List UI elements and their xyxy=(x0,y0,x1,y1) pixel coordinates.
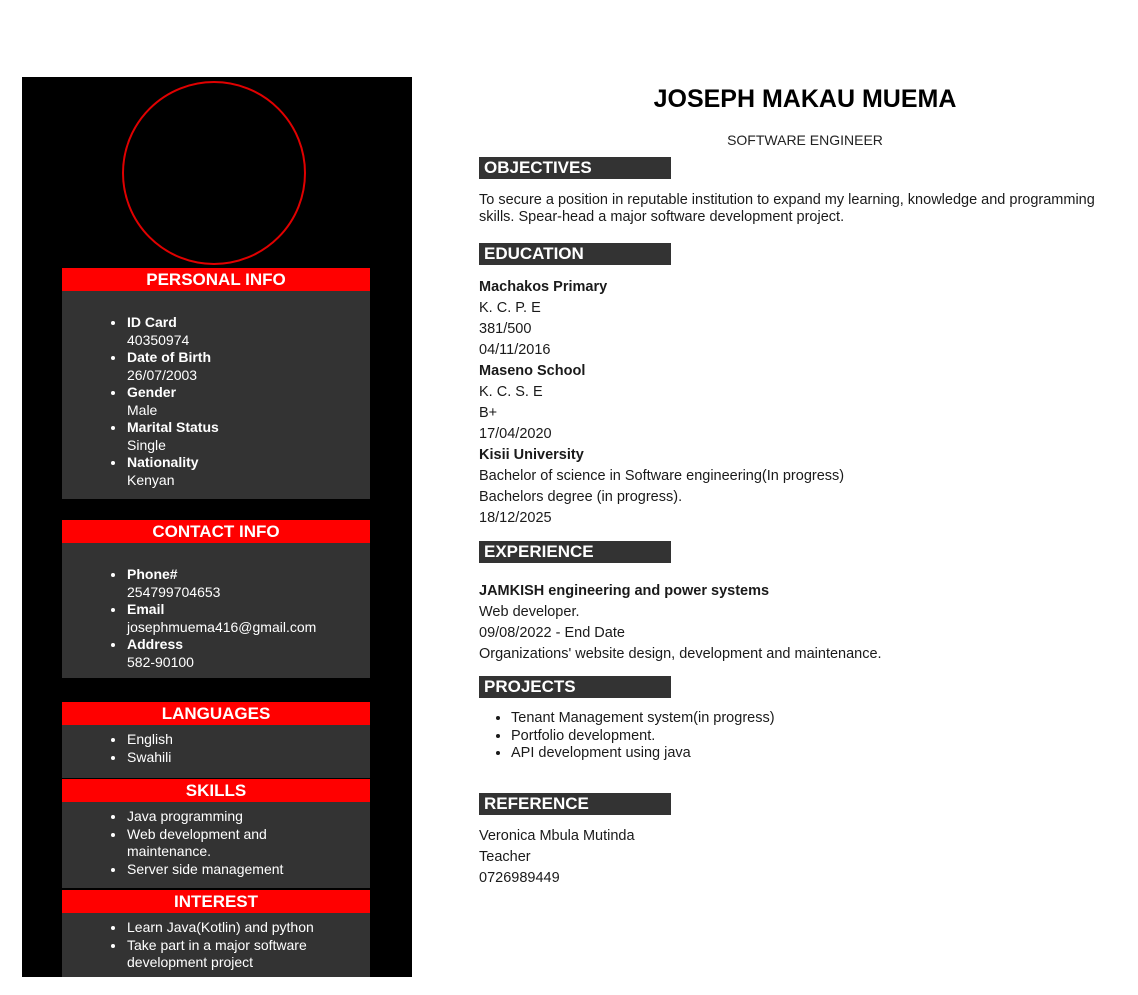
experience-line: 09/08/2022 - End Date xyxy=(479,625,625,641)
candidate-name: JOSEPH MAKAU MUEMA xyxy=(653,85,957,113)
education-school: Kisii University xyxy=(479,447,584,463)
contact-info-item: Emailjosephmuema416@gmail.com xyxy=(126,601,370,636)
contact-info-list: Phone#254799704653 Emailjosephmuema416@g… xyxy=(62,543,370,671)
candidate-title: SOFTWARE ENGINEER xyxy=(727,132,883,148)
project-item: Portfolio development. xyxy=(511,728,1138,746)
reference-line: Veronica Mbula Mutinda xyxy=(479,828,635,844)
contact-info-item: Address582-90100 xyxy=(126,636,370,671)
reference-entry: Veronica Mbula Mutinda Teacher 072698944… xyxy=(479,826,1119,889)
experience-entry: JAMKISH engineering and power systems We… xyxy=(479,581,1119,665)
personal-info-item: ID Card40350974 xyxy=(126,314,370,349)
education-school: Machakos Primary xyxy=(479,279,608,295)
profile-photo-placeholder xyxy=(122,81,306,265)
personal-info-heading: PERSONAL INFO xyxy=(62,268,370,291)
education-line: 18/12/2025 xyxy=(479,510,552,526)
education-school: Maseno School xyxy=(479,363,586,379)
experience-company: JAMKISH engineering and power systems xyxy=(479,583,770,599)
interest-item: Learn Java(Kotlin) and python xyxy=(126,919,326,937)
skill-item: Web development and maintenance. xyxy=(126,826,306,861)
education-line: Bachelors degree (in progress). xyxy=(479,489,683,505)
education-line: K. C. S. E xyxy=(479,384,543,400)
education-line: 381/500 xyxy=(479,321,532,337)
interest-panel: INTEREST Learn Java(Kotlin) and python T… xyxy=(62,890,370,977)
objectives-heading: OBJECTIVES xyxy=(479,157,671,179)
languages-panel: LANGUAGES English Swahili xyxy=(62,702,370,778)
interest-list: Learn Java(Kotlin) and python Take part … xyxy=(62,913,326,972)
objectives-text: To secure a position in reputable instit… xyxy=(479,192,1095,225)
sidebar: PERSONAL INFO ID Card40350974 Date of Bi… xyxy=(22,77,412,977)
education-line: K. C. P. E xyxy=(479,300,541,316)
education-line: 04/11/2016 xyxy=(479,342,551,358)
projects-heading: PROJECTS xyxy=(479,676,671,698)
skills-panel: SKILLS Java programming Web development … xyxy=(62,779,370,888)
project-item: API development using java xyxy=(511,745,1138,763)
personal-info-item: GenderMale xyxy=(126,384,370,419)
experience-line: Web developer. xyxy=(479,604,580,620)
education-line: B+ xyxy=(479,405,498,421)
education-list: Machakos Primary K. C. P. E 381/500 04/1… xyxy=(479,277,1119,529)
contact-info-panel: CONTACT INFO Phone#254799704653 Emailjos… xyxy=(62,520,370,678)
interest-heading: INTEREST xyxy=(62,890,370,913)
skill-item: Java programming xyxy=(126,808,306,826)
project-item: Tenant Management system(in progress) xyxy=(511,710,1138,728)
skills-list: Java programming Web development and mai… xyxy=(62,802,306,878)
skills-heading: SKILLS xyxy=(62,779,370,802)
projects-list: Tenant Management system(in progress) Po… xyxy=(479,710,1138,763)
languages-list: English Swahili xyxy=(62,725,370,766)
reference-heading: REFERENCE xyxy=(479,793,671,815)
language-item: Swahili xyxy=(126,749,370,767)
interest-item: Take part in a major software developmen… xyxy=(126,937,326,972)
personal-info-panel: PERSONAL INFO ID Card40350974 Date of Bi… xyxy=(62,268,370,499)
languages-heading: LANGUAGES xyxy=(62,702,370,725)
reference-line: Teacher xyxy=(479,849,531,865)
contact-info-heading: CONTACT INFO xyxy=(62,520,370,543)
experience-line: Organizations' website design, developme… xyxy=(479,646,882,662)
contact-info-item: Phone#254799704653 xyxy=(126,566,370,601)
personal-info-list: ID Card40350974 Date of Birth26/07/2003 … xyxy=(62,291,370,489)
education-heading: EDUCATION xyxy=(479,243,671,265)
language-item: English xyxy=(126,731,370,749)
personal-info-item: Date of Birth26/07/2003 xyxy=(126,349,370,384)
education-line: Bachelor of science in Software engineer… xyxy=(479,468,845,484)
education-line: 17/04/2020 xyxy=(479,426,552,442)
experience-heading: EXPERIENCE xyxy=(479,541,671,563)
personal-info-item: Marital StatusSingle xyxy=(126,419,370,454)
skill-item: Server side management xyxy=(126,861,306,879)
reference-line: 0726989449 xyxy=(479,870,560,886)
personal-info-item: NationalityKenyan xyxy=(126,454,370,489)
